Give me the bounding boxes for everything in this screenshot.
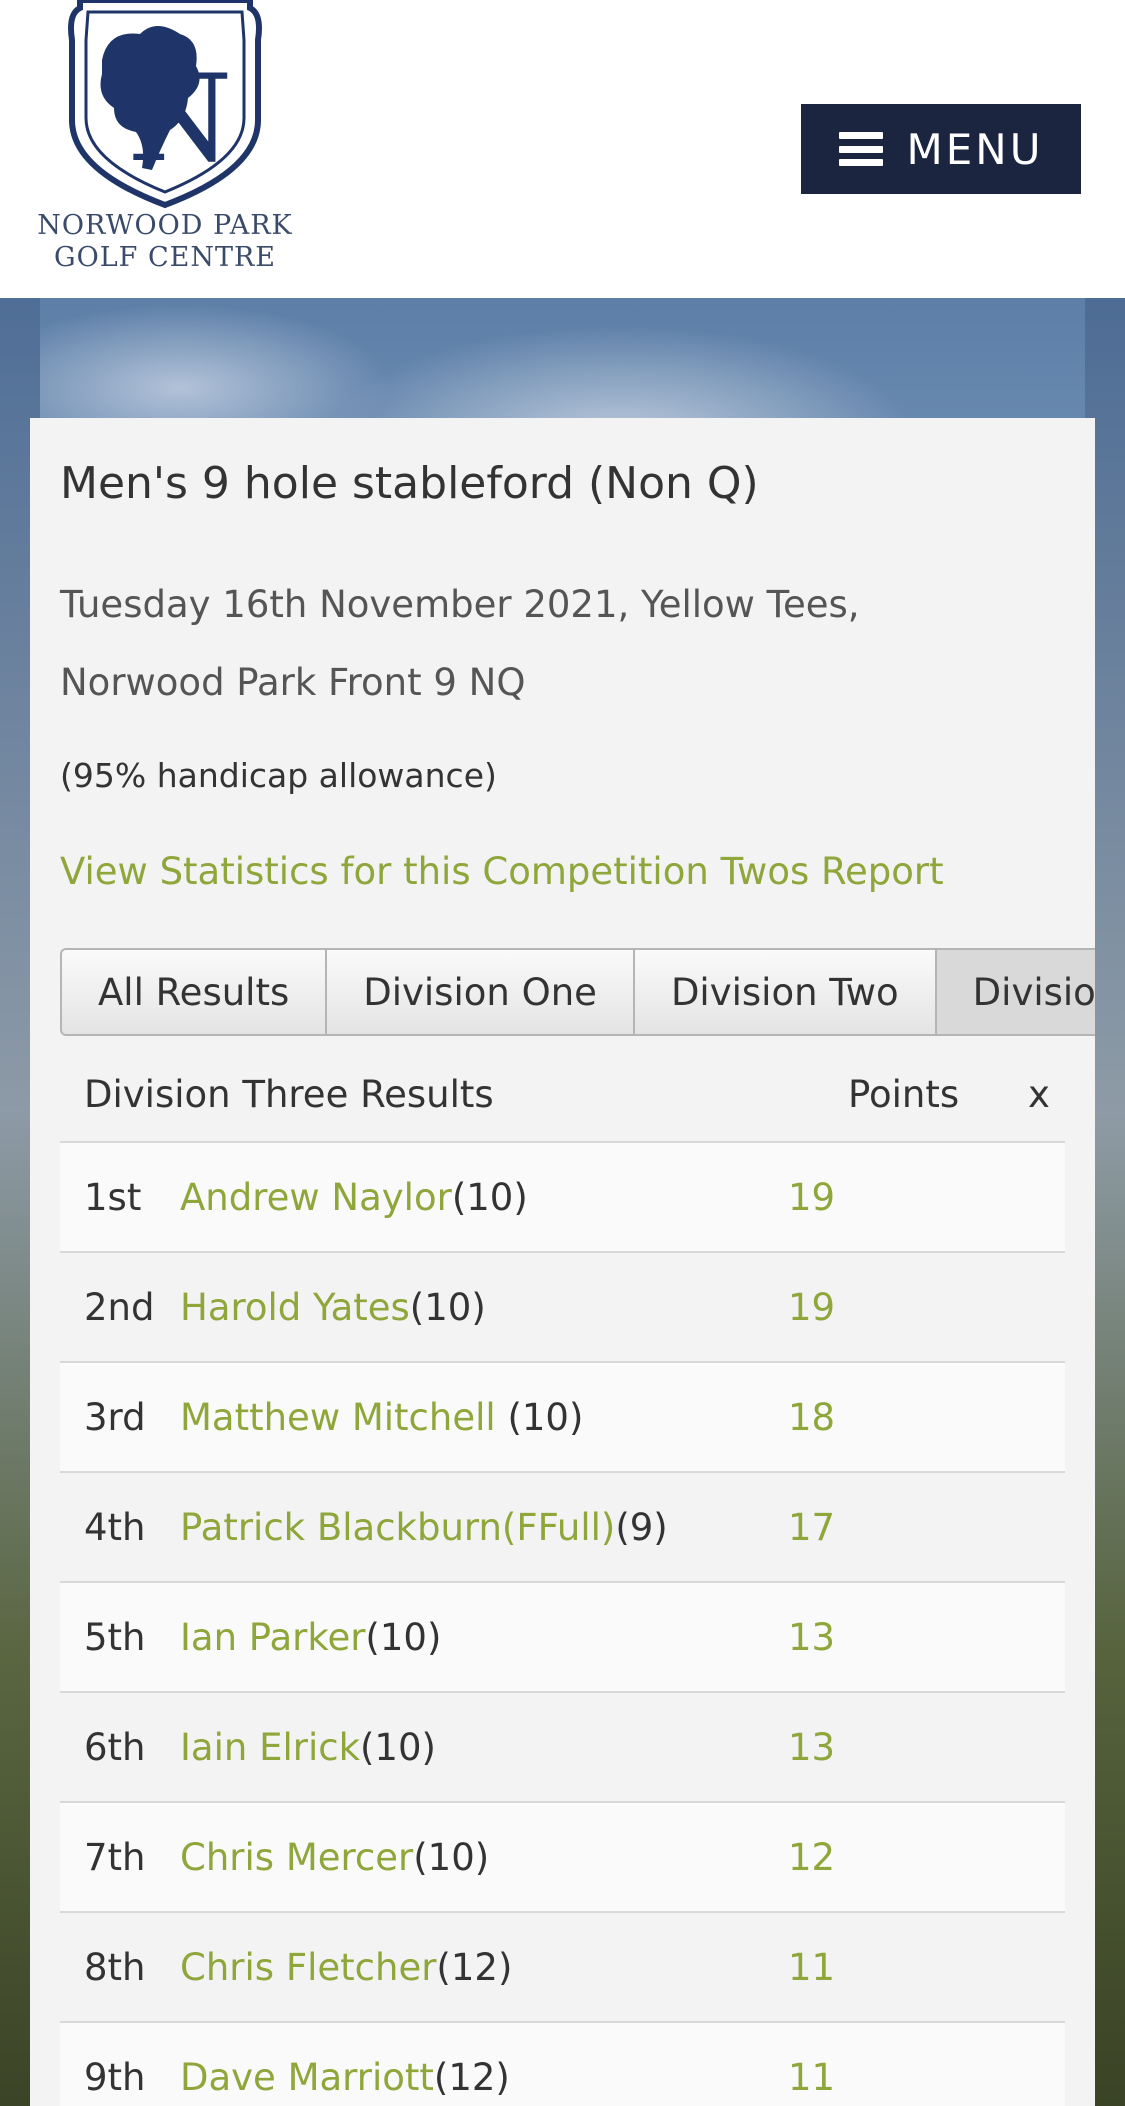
tab-all-results[interactable]: All Results bbox=[60, 948, 328, 1036]
handicap: (10) bbox=[413, 1835, 490, 1879]
position: 7th bbox=[84, 1835, 146, 1879]
position: 5th bbox=[84, 1615, 146, 1659]
results-table: Division Three Results Points x 1st Andr… bbox=[60, 1048, 1065, 2106]
player-link[interactable]: Chris Fletcher bbox=[180, 1946, 436, 1989]
position: 4th bbox=[84, 1505, 146, 1549]
menu-button[interactable]: MENU bbox=[801, 104, 1081, 194]
twos-report-link[interactable]: Twos Report bbox=[721, 850, 944, 893]
points-value: 12 bbox=[788, 1835, 836, 1879]
handicap: (10) bbox=[365, 1615, 442, 1659]
results-header-row: Division Three Results Points x bbox=[60, 1048, 1065, 1143]
table-row: 4th Patrick Blackburn(FFull)(9) 17 bbox=[60, 1473, 1065, 1583]
points-value: 11 bbox=[788, 2055, 836, 2099]
table-row: 8th Chris Fletcher(12) 11 bbox=[60, 1913, 1065, 2023]
points-value: 19 bbox=[788, 1285, 836, 1329]
menu-label: MENU bbox=[906, 124, 1044, 174]
handicap-allowance: (95% handicap allowance) bbox=[60, 756, 497, 795]
tab-division-one[interactable]: Division One bbox=[325, 948, 635, 1036]
competition-details: Tuesday 16th November 2021, Yellow Tees,… bbox=[60, 583, 860, 704]
handicap: (10) bbox=[507, 1395, 584, 1439]
handicap: (12) bbox=[436, 1945, 513, 1989]
points-value: 17 bbox=[788, 1505, 836, 1549]
points-column-header: Points bbox=[848, 1073, 960, 1116]
handicap: (10) bbox=[360, 1725, 436, 1769]
table-row: 5th Ian Parker(10) 13 bbox=[60, 1583, 1065, 1693]
hamburger-icon bbox=[838, 132, 883, 166]
player-link[interactable]: Iain Elrick bbox=[180, 1726, 360, 1769]
points-value: 13 bbox=[788, 1725, 836, 1769]
table-row: 2nd Harold Yates(10) 19 bbox=[60, 1253, 1065, 1363]
player-link[interactable]: Matthew Mitchell bbox=[180, 1396, 507, 1439]
site-header: N NORWOOD PARK GOLF CENTRE MENU bbox=[0, 0, 1125, 298]
handicap: (12) bbox=[433, 2055, 510, 2099]
player-link[interactable]: Dave Marriott bbox=[180, 2056, 434, 2099]
competition-card: Men's 9 hole stableford (Non Q) Tuesday … bbox=[30, 418, 1095, 2106]
tab-division-two[interactable]: Division Two bbox=[632, 948, 937, 1036]
table-row: 1st Andrew Naylor(10) 19 bbox=[60, 1143, 1065, 1253]
points-value: 18 bbox=[788, 1395, 836, 1439]
tab-division-three[interactable]: Division Three bbox=[934, 948, 1095, 1036]
table-row: 6th Iain Elrick(10) 13 bbox=[60, 1693, 1065, 1803]
table-row: 7th Chris Mercer(10) 12 bbox=[60, 1803, 1065, 1913]
points-value: 13 bbox=[788, 1615, 836, 1659]
player-link[interactable]: Chris Mercer bbox=[180, 1836, 413, 1879]
logo-text-line1: NORWOOD PARK bbox=[37, 210, 293, 241]
position: 6th bbox=[84, 1725, 146, 1769]
competition-links: View Statistics for this Competition Two… bbox=[60, 850, 944, 893]
player-link[interactable]: Harold Yates bbox=[180, 1286, 410, 1329]
player-link[interactable]: Andrew Naylor bbox=[180, 1176, 452, 1219]
position: 9th bbox=[84, 2055, 146, 2099]
svg-text:N: N bbox=[128, 50, 233, 189]
norwood-park-logo[interactable]: N NORWOOD PARK GOLF CENTRE bbox=[30, 0, 300, 285]
table-row: 9th Dave Marriott(12) 11 bbox=[60, 2023, 1065, 2106]
logo-text-line2: GOLF CENTRE bbox=[54, 242, 276, 273]
position: 1st bbox=[84, 1175, 142, 1219]
competition-title: Men's 9 hole stableford (Non Q) bbox=[60, 458, 759, 509]
view-statistics-link[interactable]: View Statistics for this Competition bbox=[60, 850, 709, 893]
points-value: 11 bbox=[788, 1945, 836, 1989]
player-link[interactable]: Ian Parker bbox=[180, 1616, 365, 1659]
position: 2nd bbox=[84, 1285, 155, 1329]
player-link[interactable]: Patrick Blackburn(FFull) bbox=[180, 1506, 615, 1549]
results-heading: Division Three Results bbox=[84, 1073, 494, 1116]
close-x-header[interactable]: x bbox=[1028, 1073, 1080, 1116]
handicap: (10) bbox=[409, 1285, 486, 1329]
position: 3rd bbox=[84, 1395, 146, 1439]
division-tabs: All Results Division One Division Two Di… bbox=[60, 948, 1095, 1036]
handicap: (9) bbox=[615, 1505, 668, 1549]
handicap: (10) bbox=[451, 1175, 528, 1219]
points-value: 19 bbox=[788, 1175, 836, 1219]
shield-crest-icon: N bbox=[68, 0, 262, 209]
table-row: 3rd Matthew Mitchell (10) 18 bbox=[60, 1363, 1065, 1473]
position: 8th bbox=[84, 1945, 146, 1989]
